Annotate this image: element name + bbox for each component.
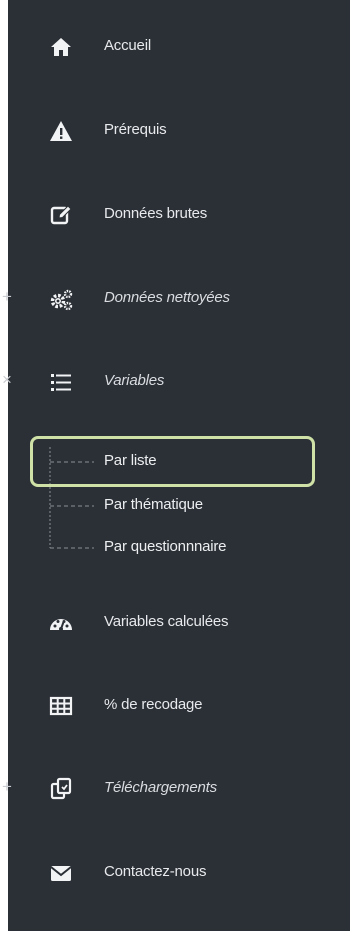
sidebar-item-label: Contactez-nous xyxy=(104,863,207,880)
sidebar-item-recodage[interactable]: % de recodage xyxy=(8,681,350,731)
sidebar-item-label: Variables xyxy=(104,372,165,389)
sidebar-nav: Accueil Prérequis Données brutes + Donné… xyxy=(2,0,350,931)
sidebar-item-label: Prérequis xyxy=(104,121,167,138)
sidebar-subitem-label: Par thématique xyxy=(104,496,203,513)
collapse-toggle[interactable]: × xyxy=(0,370,14,390)
table-icon xyxy=(46,691,76,721)
sidebar-item-accueil[interactable]: Accueil xyxy=(8,22,350,72)
sidebar-item-variables-calculees[interactable]: Variables calculées xyxy=(8,598,350,648)
list-icon xyxy=(46,367,76,397)
dashboard-icon xyxy=(46,608,76,638)
sidebar-subitem-label: Par liste xyxy=(104,452,157,469)
sidebar-item-label: % de recodage xyxy=(104,696,203,713)
sidebar-item-label: Données brutes xyxy=(104,205,208,222)
sidebar-subitem-par-thematique[interactable]: Par thématique xyxy=(8,490,350,520)
sidebar-item-label: Téléchargements xyxy=(104,779,217,796)
sidebar-subitem-par-questionnaire[interactable]: Par questionnnaire xyxy=(8,532,350,562)
clone-icon xyxy=(46,774,76,804)
sidebar-item-label: Variables calculées xyxy=(104,613,229,630)
sidebar-item-label: Données nettoyées xyxy=(104,289,230,306)
sidebar-item-donnees-brutes[interactable]: Données brutes xyxy=(8,190,350,240)
sidebar-subitem-label: Par questionnnaire xyxy=(104,538,227,555)
sidebar-item-prerequis[interactable]: Prérequis xyxy=(8,106,350,156)
sidebar-item-donnees-nettoyees[interactable]: + Données nettoyées xyxy=(2,274,350,324)
sidebar-item-contact[interactable]: Contactez-nous xyxy=(8,848,350,898)
sidebar-item-telechargements[interactable]: + Téléchargements xyxy=(2,764,350,814)
warning-icon xyxy=(46,116,76,146)
sidebar-item-variables[interactable]: × Variables xyxy=(2,357,350,407)
edit-icon xyxy=(46,200,76,230)
expand-toggle[interactable]: + xyxy=(0,777,14,797)
sidebar-item-label: Accueil xyxy=(104,37,151,54)
gears-icon xyxy=(46,284,76,314)
expand-toggle[interactable]: + xyxy=(0,287,14,307)
envelope-icon xyxy=(46,858,76,888)
sidebar-subitem-par-liste[interactable]: Par liste xyxy=(8,446,350,476)
home-icon xyxy=(46,32,76,62)
